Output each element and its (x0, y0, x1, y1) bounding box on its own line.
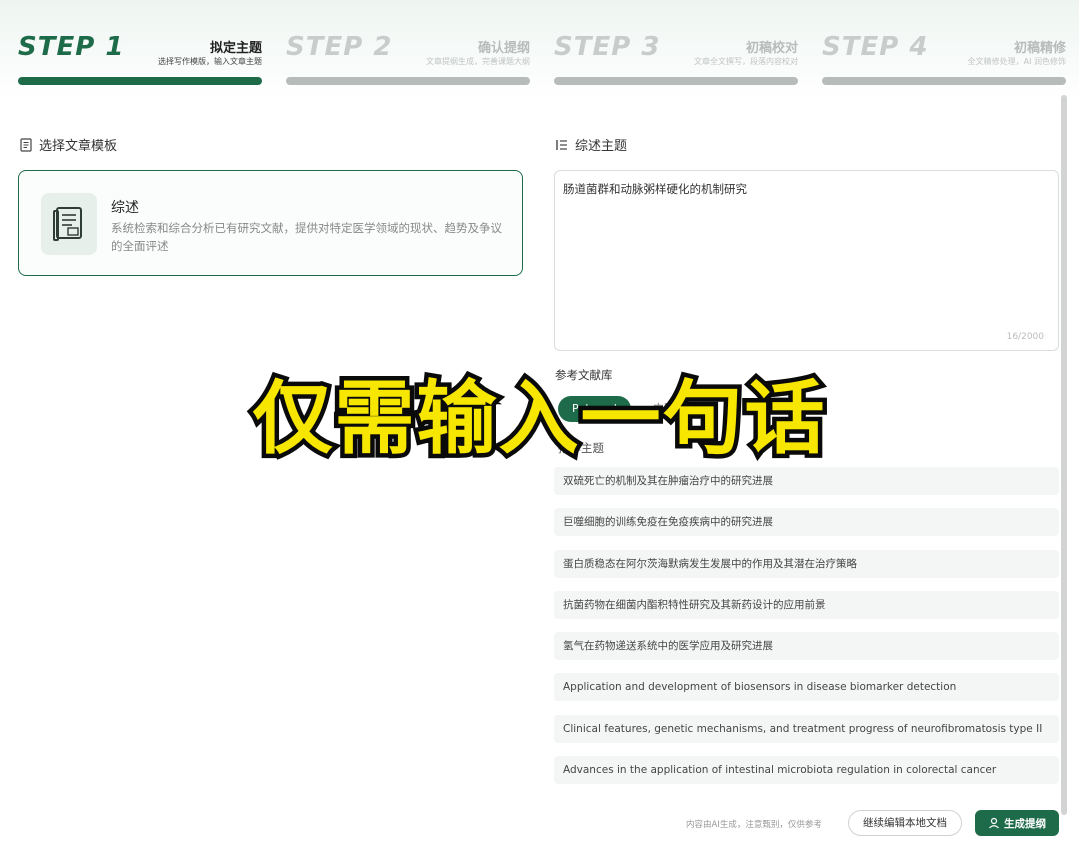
step-1[interactable]: STEP 1 拟定主题 选择写作模版，输入文章主题 (18, 32, 262, 88)
template-description: 系统检索和综合分析已有研究文献，提供对特定医学领域的现状、趋势及争议的全面评述 (111, 221, 502, 253)
book-icon (41, 193, 97, 255)
generate-outline-label: 生成提纲 (1004, 817, 1046, 830)
step-progress-bar (18, 77, 262, 85)
list-icon (556, 139, 567, 150)
step-number: STEP 2 (286, 32, 393, 62)
topic-text: 肠道菌群和动脉粥样硬化的机制研究 (563, 182, 747, 196)
step-progress-bar (554, 77, 798, 85)
step-number: STEP 4 (822, 32, 929, 62)
step-title: 初稿校对 (745, 41, 798, 56)
step-progress: STEP 1 拟定主题 选择写作模版，输入文章主题 STEP 2 确认提纲 文章… (18, 32, 1066, 92)
step-number: STEP 3 (554, 32, 661, 62)
topic-textarea[interactable]: 肠道菌群和动脉粥样硬化的机制研究 16/2000 (554, 170, 1059, 351)
user-icon (989, 817, 999, 829)
topic-section-label: 综述主题 (555, 135, 627, 154)
ai-disclaimer: 内容由AI生成，注意甄别，仅供参考 (686, 820, 822, 830)
topic-section-title: 综述主题 (575, 139, 628, 154)
list-item[interactable]: Clinical features, genetic mechanisms, a… (554, 714, 1059, 743)
list-item[interactable]: 抗菌药物在细菌内酯积特性研究及其新药设计的应用前景 (554, 590, 1059, 619)
step-progress-bar (822, 77, 1066, 85)
step-4[interactable]: STEP 4 初稿精修 全文精修处理，AI 润色修饰 (822, 32, 1066, 88)
list-item[interactable]: 氢气在药物递送系统中的医学应用及研究进展 (554, 632, 1059, 661)
template-section-title: 选择文章模板 (39, 139, 118, 154)
step-description: 文章提纲生成，完善课题大纲 (426, 57, 530, 66)
step-progress-bar (286, 77, 530, 85)
step-title: 拟定主题 (209, 41, 262, 56)
list-item[interactable]: 蛋白质稳态在阿尔茨海默病发生发展中的作用及其潜在治疗策略 (554, 549, 1059, 578)
recommended-topics-list: 双硫死亡的机制及其在肿瘤治疗中的研究进展 巨噬细胞的训练免疫在免疫疾病中的研究进… (554, 467, 1059, 797)
template-name: 综述 (111, 200, 139, 216)
document-icon (20, 137, 32, 152)
generate-outline-button[interactable]: 生成提纲 (975, 810, 1059, 836)
template-card-review[interactable]: 综述 系统检索和综合分析已有研究文献，提供对特定医学领域的现状、趋势及争议的全面… (18, 170, 523, 276)
template-section-label: 选择文章模板 (19, 135, 117, 154)
step-3[interactable]: STEP 3 初稿校对 文章全文撰写，段落内容校对 (554, 32, 798, 88)
list-item[interactable]: Advances in the application of intestina… (554, 756, 1059, 785)
step-title: 初稿精修 (1013, 41, 1066, 56)
overlay-caption: 仅需输入一句话 (248, 368, 829, 470)
list-item[interactable]: Application and development of biosensor… (554, 673, 1059, 702)
character-count: 16/2000 (1006, 332, 1044, 342)
list-item[interactable]: 巨噬细胞的训练免疫在免疫疾病中的研究进展 (554, 508, 1059, 537)
step-description: 选择写作模版，输入文章主题 (158, 57, 262, 66)
step-title: 确认提纲 (477, 41, 530, 56)
step-2[interactable]: STEP 2 确认提纲 文章提纲生成，完善课题大纲 (286, 32, 530, 88)
step-number: STEP 1 (18, 32, 125, 62)
step-description: 全文精修处理，AI 润色修饰 (967, 57, 1066, 66)
continue-editing-button[interactable]: 继续编辑本地文档 (848, 810, 962, 836)
step-description: 文章全文撰写，段落内容校对 (694, 57, 798, 66)
